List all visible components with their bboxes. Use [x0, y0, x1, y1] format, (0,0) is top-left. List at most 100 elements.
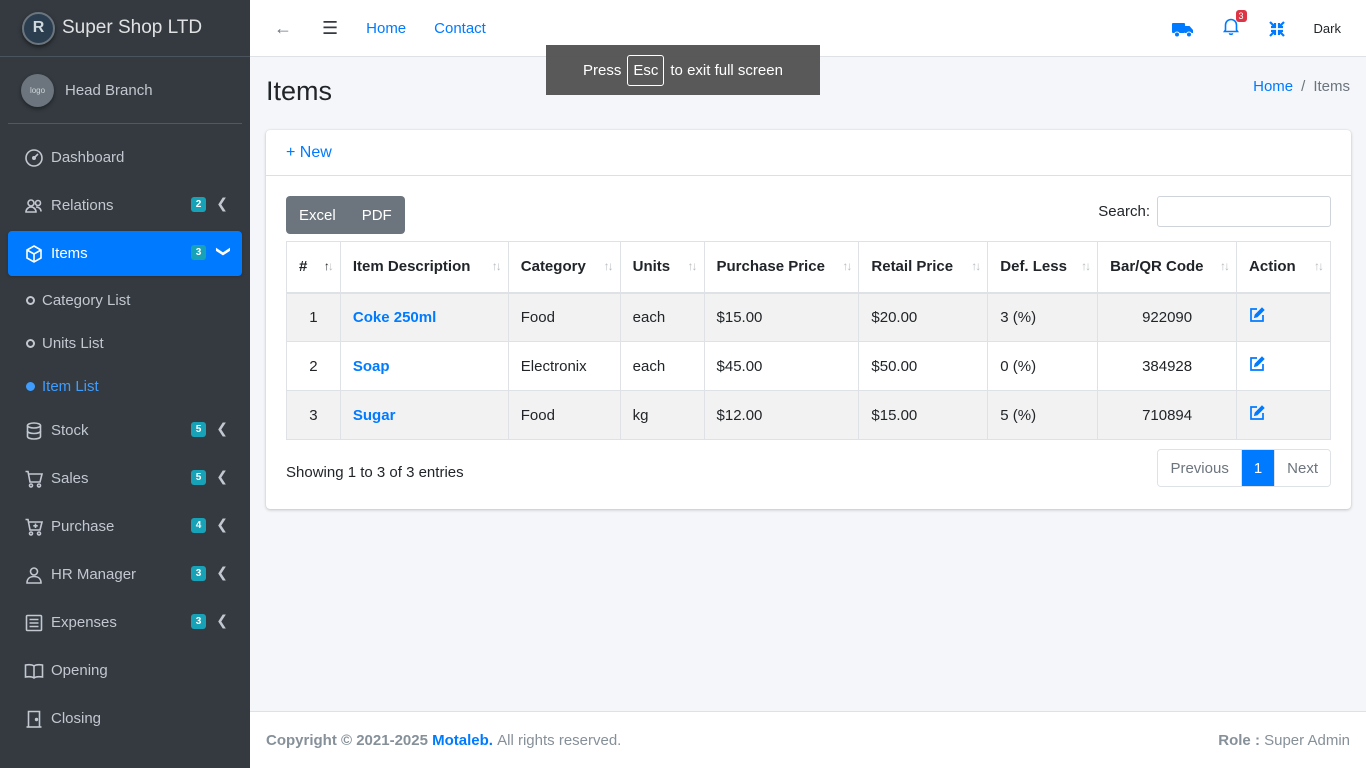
pagination-next[interactable]: Next [1274, 450, 1330, 486]
sidebar-subitem-category-list[interactable]: Category List [8, 279, 242, 322]
user-name[interactable]: Head Branch [65, 82, 153, 99]
sidebar-item-label: Closing [51, 710, 102, 727]
search-input[interactable] [1157, 196, 1331, 227]
nav-link-home[interactable]: Home [366, 20, 406, 37]
pagination-page-1[interactable]: 1 [1240, 450, 1275, 486]
export-pdf-button[interactable]: PDF [348, 196, 405, 234]
cell-category: Food [507, 292, 621, 342]
cell-bar-qr-code: 922090 [1097, 292, 1238, 342]
footer-company-link[interactable]: Motaleb. [432, 732, 493, 749]
sidebar-item-sales[interactable]: Sales 5 ❮ [8, 456, 242, 501]
cell-units: kg [619, 390, 705, 440]
sidebar-item-label: Purchase [51, 518, 115, 535]
toast-key: Esc [627, 54, 665, 86]
breadcrumb-home[interactable]: Home [1253, 78, 1293, 95]
cell-number: 2 [286, 341, 341, 391]
sidebar-item-relations[interactable]: Relations 2 ❮ [8, 183, 242, 228]
cell-action [1236, 292, 1331, 342]
nav-link-contact[interactable]: Contact [434, 20, 486, 37]
edit-icon[interactable] [1249, 405, 1265, 421]
breadcrumb: Home / Items [1253, 78, 1350, 95]
dashboard-icon [24, 148, 44, 168]
item-link[interactable]: Coke 250ml [353, 309, 436, 326]
count-badge: 3 [191, 245, 206, 260]
pagination-previous[interactable]: Previous [1158, 450, 1241, 486]
cell-item-description: Soap [339, 341, 509, 391]
sidebar-item-purchase[interactable]: Purchase 4 ❮ [8, 504, 242, 549]
cell-category: Electronix [507, 341, 621, 391]
edit-icon[interactable] [1249, 356, 1265, 372]
sidebar-item-dashboard[interactable]: Dashboard [8, 135, 242, 180]
sidebar-subitem-label: Item List [42, 378, 99, 395]
role-info: Role : Super Admin [1218, 732, 1350, 749]
circle-icon [26, 296, 35, 305]
brand-link[interactable]: R Super Shop LTD [0, 0, 250, 57]
table-row: 2 Soap Electronix each $45.00 $50.00 0 (… [286, 341, 1331, 391]
back-arrow-icon[interactable]: ← [274, 18, 292, 39]
cell-bar-qr-code: 384928 [1097, 341, 1238, 391]
compress-icon[interactable] [1268, 20, 1286, 38]
items-table: # ↑↓ Item Description ↑↓ Category ↑↓ Units ↑… [286, 241, 1331, 440]
sort-icon: ↑↓ [491, 259, 502, 273]
item-link[interactable]: Soap [353, 358, 390, 375]
chevron-left-icon: ❮ [216, 564, 228, 580]
cart-plus-icon [24, 517, 44, 537]
cell-purchase-price: $12.00 [703, 390, 860, 440]
sidebar-subitem-units-list[interactable]: Units List [8, 322, 242, 365]
sidebar-subitem-label: Units List [42, 335, 104, 352]
column-header-number[interactable]: # ↑↓ [286, 241, 341, 294]
sidebar-item-closing[interactable]: Closing [8, 696, 242, 741]
cell-number: 1 [286, 292, 341, 342]
sort-icon: ↑↓ [971, 259, 981, 273]
column-header-units[interactable]: Units ↑↓ [619, 241, 705, 294]
chevron-left-icon: ❮ [216, 612, 228, 628]
sidebar-item-label: Opening [51, 662, 108, 679]
column-header-category[interactable]: Category ↑↓ [507, 241, 621, 294]
hamburger-menu-icon[interactable]: ☰ [322, 18, 338, 39]
edit-icon[interactable] [1249, 307, 1265, 323]
sidebar-item-expenses[interactable]: Expenses 3 ❮ [8, 600, 242, 645]
column-header-def-less[interactable]: Def. Less ↑↓ [987, 241, 1099, 294]
cell-def-less: 3 (%) [987, 292, 1099, 342]
column-header-retail-price[interactable]: Retail Price ↑↓ [858, 241, 989, 294]
sidebar-item-label: Relations [51, 197, 114, 214]
sidebar-item-opening[interactable]: Opening [8, 648, 242, 693]
sidebar-item-stock[interactable]: Stock 5 ❮ [8, 408, 242, 453]
sidebar-item-label: Dashboard [51, 149, 125, 166]
item-link[interactable]: Sugar [353, 407, 396, 424]
sort-icon: ↑↓ [1220, 259, 1230, 273]
cell-retail-price: $15.00 [858, 390, 989, 440]
export-excel-button[interactable]: Excel [286, 196, 349, 234]
column-header-purchase-price[interactable]: Purchase Price ↑↓ [703, 241, 860, 294]
navbar-right: 3 Dark [1171, 0, 1366, 57]
toast-suffix: to exit full screen [670, 61, 783, 79]
new-item-button[interactable]: + New [286, 144, 332, 162]
theme-toggle[interactable]: Dark [1314, 21, 1341, 36]
chevron-left-icon: ❮ [216, 516, 228, 532]
column-header-bar-qr-code[interactable]: Bar/QR Code ↑↓ [1097, 241, 1238, 294]
circle-icon [26, 339, 35, 348]
cell-item-description: Sugar [339, 390, 509, 440]
sidebar-item-items[interactable]: Items 3 ❮ [8, 231, 242, 276]
column-header-item-description[interactable]: Item Description ↑↓ [339, 241, 509, 294]
sidebar-subitem-item-list[interactable]: Item List [8, 365, 242, 408]
pagination: Previous 1 Next [1157, 449, 1331, 487]
cell-purchase-price: $15.00 [703, 292, 860, 342]
door-icon [24, 709, 44, 729]
sidebar-item-label: Stock [51, 422, 89, 439]
page-title: Items [266, 76, 333, 106]
book-icon [24, 661, 44, 681]
user-panel[interactable]: logo Head Branch [8, 57, 242, 124]
sidebar-item-label: HR Manager [51, 566, 137, 583]
fullscreen-toast: Press Esc to exit full screen [546, 45, 820, 95]
sidebar-item-hr-manager[interactable]: HR Manager 3 ❮ [8, 552, 242, 597]
column-header-action[interactable]: Action ↑↓ [1236, 241, 1331, 294]
cell-units: each [619, 292, 705, 342]
role-label: Role : [1218, 731, 1260, 749]
rights-text: All rights reserved. [497, 731, 622, 749]
notifications-bell[interactable]: 3 [1222, 10, 1247, 40]
truck-icon[interactable] [1171, 20, 1194, 38]
cell-number: 3 [286, 390, 341, 440]
card-header: + New [266, 130, 1351, 176]
table-row: 1 Coke 250ml Food each $15.00 $20.00 3 (… [286, 292, 1331, 342]
